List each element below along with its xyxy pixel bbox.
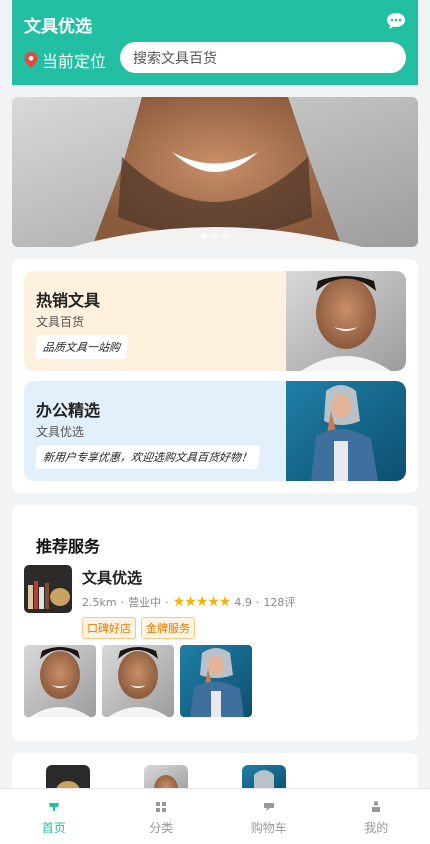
shop-gallery xyxy=(24,645,252,717)
badge: 金牌服务 xyxy=(141,617,195,639)
meta-separator: · xyxy=(255,595,260,609)
search-input[interactable]: 搜索文具百货 xyxy=(120,42,406,73)
app-header: 文具优选 当前定位 搜索文具百货 xyxy=(12,0,418,85)
shop-meta: 2.5km · 营业中 · ★★★★★ 4.9 · 128评 xyxy=(82,594,295,610)
carousel-dots xyxy=(12,233,418,239)
chat-icon[interactable] xyxy=(386,12,406,30)
tab-category[interactable]: 分类 xyxy=(108,789,216,844)
location-pin-icon xyxy=(24,52,38,68)
promo-card-office[interactable]: 办公精选 文具优选 新用户专享优惠，欢迎选购文具百货好物！ xyxy=(24,381,406,481)
promo-section: 热销文具 文具百货 品质文具一站购 办公精选 文具优选 新用户专享优惠，欢迎选购… xyxy=(12,259,418,493)
bottom-tab-bar: 首页 分类 购物车 我的 xyxy=(0,788,430,844)
gallery-photo[interactable] xyxy=(24,645,96,717)
meta-separator: · xyxy=(165,595,169,609)
tab-label: 首页 xyxy=(41,821,66,835)
location-selector[interactable]: 当前定位 xyxy=(24,48,106,72)
shop-name: 文具优选 xyxy=(82,569,143,587)
tab-profile[interactable]: 我的 xyxy=(323,789,430,844)
promo-tag: 新用户专享优惠，欢迎选购文具百货好物！ xyxy=(34,445,261,469)
shop-rating: 4.9 xyxy=(234,595,252,609)
badge: 口碑好店 xyxy=(82,617,136,639)
promo-subtitle: 文具百货 xyxy=(36,315,85,329)
shop-badges: 口碑好店 金牌服务 xyxy=(82,617,195,639)
rating-stars: ★★★★★ xyxy=(172,594,232,610)
tab-cart[interactable]: 购物车 xyxy=(215,789,323,844)
user-icon xyxy=(372,801,381,812)
section-title: 推荐服务 xyxy=(36,537,101,556)
banner-image xyxy=(12,97,418,247)
location-label: 当前定位 xyxy=(42,52,107,71)
carousel-dot[interactable] xyxy=(201,233,207,239)
promo-title: 办公精选 xyxy=(36,401,101,420)
home-icon xyxy=(48,803,59,811)
tab-label: 购物车 xyxy=(250,821,287,835)
banner-carousel[interactable] xyxy=(12,97,418,247)
promo-image xyxy=(286,381,406,481)
shop-thumbnail xyxy=(24,565,72,613)
grid-icon xyxy=(156,802,167,812)
shop-reviews: 128评 xyxy=(263,596,296,609)
tab-label: 我的 xyxy=(364,821,389,835)
gallery-photo[interactable] xyxy=(102,645,174,717)
promo-card-hot[interactable]: 热销文具 文具百货 品质文具一站购 xyxy=(24,271,406,371)
carousel-dot[interactable] xyxy=(212,233,218,239)
tab-home[interactable]: 首页 xyxy=(0,789,108,844)
recommend-section: 推荐服务 文具优选 2.5km · 营业中 · ★★★★★ 4.9 · 128评… xyxy=(12,505,418,741)
shop-distance: 2.5km xyxy=(82,595,117,609)
app-title: 文具优选 xyxy=(24,17,92,37)
shop-status: 营业中 xyxy=(128,596,162,609)
promo-tag: 品质文具一站购 xyxy=(34,335,129,359)
tab-label: 分类 xyxy=(149,821,174,835)
cart-icon xyxy=(263,803,274,811)
gallery-photo[interactable] xyxy=(180,645,252,717)
promo-title: 热销文具 xyxy=(36,291,101,310)
meta-separator: · xyxy=(120,595,125,609)
search-placeholder: 搜索文具百货 xyxy=(133,50,217,67)
carousel-dot[interactable] xyxy=(223,233,229,239)
promo-image xyxy=(286,271,406,371)
promo-subtitle: 文具优选 xyxy=(36,425,85,439)
